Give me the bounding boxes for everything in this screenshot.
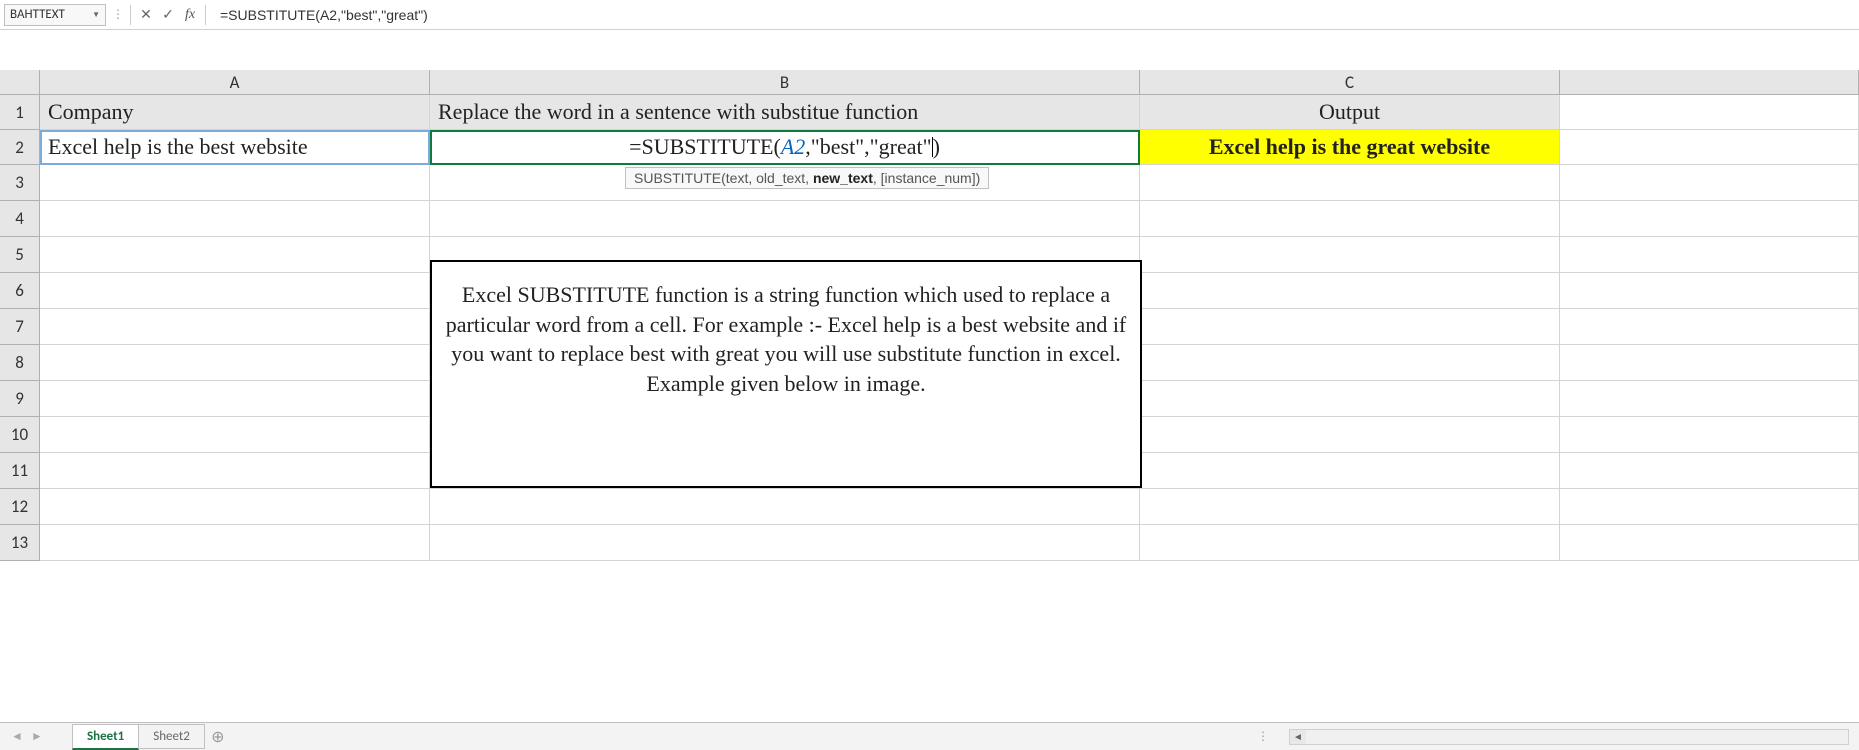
- cell[interactable]: [40, 201, 430, 237]
- cell[interactable]: [40, 309, 430, 345]
- cell[interactable]: [1140, 417, 1560, 453]
- more-icon: ⋮: [112, 7, 124, 22]
- row-header-8[interactable]: 8: [0, 345, 40, 381]
- cell[interactable]: [1560, 165, 1859, 201]
- horizontal-scrollbar[interactable]: ◄: [1289, 729, 1849, 745]
- cell[interactable]: [1560, 273, 1859, 309]
- row-header-2[interactable]: 2: [0, 130, 40, 165]
- row-header-1[interactable]: 1: [0, 95, 40, 130]
- cell[interactable]: [40, 525, 430, 561]
- cell[interactable]: [1560, 489, 1859, 525]
- formula-input[interactable]: [210, 4, 1855, 26]
- cell[interactable]: [1140, 165, 1560, 201]
- cell-c2[interactable]: Excel help is the great website: [1140, 130, 1560, 165]
- spacer: [0, 30, 1859, 70]
- chevron-down-icon[interactable]: ▼: [92, 10, 100, 20]
- cell-b1[interactable]: Replace the word in a sentence with subs…: [430, 95, 1140, 130]
- cell[interactable]: [40, 345, 430, 381]
- column-header-d[interactable]: [1560, 70, 1859, 95]
- row-header-3[interactable]: 3: [0, 165, 40, 201]
- cell[interactable]: [40, 417, 430, 453]
- table-row: 12: [0, 489, 1859, 525]
- cell-d1[interactable]: [1560, 95, 1859, 130]
- cell[interactable]: [1140, 345, 1560, 381]
- table-row: 4: [0, 201, 1859, 237]
- cell[interactable]: [1560, 525, 1859, 561]
- cell[interactable]: [1140, 273, 1560, 309]
- cell[interactable]: [430, 525, 1140, 561]
- row-header-5[interactable]: 5: [0, 237, 40, 273]
- spreadsheet-grid: A B C 1 Company Replace the word in a se…: [0, 70, 1859, 561]
- cell[interactable]: [1140, 381, 1560, 417]
- cell[interactable]: [40, 489, 430, 525]
- table-row: 13: [0, 525, 1859, 561]
- column-header-a[interactable]: A: [40, 70, 430, 95]
- scroll-left-button[interactable]: ◄: [1290, 730, 1306, 744]
- cell[interactable]: [430, 489, 1140, 525]
- cell-c1[interactable]: Output: [1140, 95, 1560, 130]
- table-row: 1 Company Replace the word in a sentence…: [0, 95, 1859, 130]
- enter-button[interactable]: ✓: [157, 4, 179, 26]
- cell[interactable]: [40, 381, 430, 417]
- close-icon: ✕: [140, 6, 152, 23]
- add-sheet-button[interactable]: ⊕: [206, 726, 230, 748]
- prev-sheet-button[interactable]: ◄: [8, 728, 26, 746]
- cancel-button[interactable]: ✕: [135, 4, 157, 26]
- name-box[interactable]: BAHTTEXT ▼: [4, 4, 106, 26]
- function-tooltip: SUBSTITUTE(text, old_text, new_text, [in…: [625, 167, 989, 189]
- next-sheet-button[interactable]: ►: [28, 728, 46, 746]
- drag-handle-icon[interactable]: ⋮: [1257, 729, 1269, 744]
- cell[interactable]: [1560, 309, 1859, 345]
- cell-b2-editing[interactable]: =SUBSTITUTE(A2,"best","great"): [430, 130, 1140, 165]
- row-header-13[interactable]: 13: [0, 525, 40, 561]
- cell[interactable]: [1560, 201, 1859, 237]
- cell[interactable]: [1560, 417, 1859, 453]
- cell[interactable]: [1140, 489, 1560, 525]
- cell[interactable]: [1560, 453, 1859, 489]
- cell[interactable]: [1140, 309, 1560, 345]
- formula-bar: BAHTTEXT ▼ ⋮ ✕ ✓ fx: [0, 0, 1859, 30]
- separator: [205, 5, 206, 25]
- cell[interactable]: [1560, 345, 1859, 381]
- cell[interactable]: [40, 273, 430, 309]
- row-header-7[interactable]: 7: [0, 309, 40, 345]
- select-all-corner[interactable]: [0, 70, 40, 95]
- cell-d2[interactable]: [1560, 130, 1859, 165]
- separator: [130, 5, 131, 25]
- cell[interactable]: [1140, 237, 1560, 273]
- cell[interactable]: [430, 201, 1140, 237]
- description-textbox[interactable]: Excel SUBSTITUTE function is a string fu…: [430, 260, 1142, 488]
- row-header-6[interactable]: 6: [0, 273, 40, 309]
- cell-a1[interactable]: Company: [40, 95, 430, 130]
- sheet-tabs-bar: ◄ ► Sheet1 Sheet2 ⊕ ⋮ ◄: [0, 722, 1859, 750]
- fx-icon: fx: [185, 7, 195, 23]
- cell[interactable]: [1140, 201, 1560, 237]
- cell[interactable]: [1140, 525, 1560, 561]
- cell[interactable]: [40, 165, 430, 201]
- insert-function-button[interactable]: fx: [179, 4, 201, 26]
- column-header-b[interactable]: B: [430, 70, 1140, 95]
- plus-icon: ⊕: [211, 727, 224, 747]
- cell-a2[interactable]: Excel help is the best website: [40, 130, 430, 165]
- sheet-tab-active[interactable]: Sheet1: [72, 724, 139, 750]
- cell[interactable]: [1140, 453, 1560, 489]
- column-header-c[interactable]: C: [1140, 70, 1560, 95]
- check-icon: ✓: [162, 6, 174, 23]
- cell[interactable]: [40, 453, 430, 489]
- name-box-value: BAHTTEXT: [10, 7, 65, 22]
- row-header-4[interactable]: 4: [0, 201, 40, 237]
- column-headers: A B C: [0, 70, 1859, 95]
- row-header-10[interactable]: 10: [0, 417, 40, 453]
- cell[interactable]: [1560, 237, 1859, 273]
- row-header-9[interactable]: 9: [0, 381, 40, 417]
- cell[interactable]: [40, 237, 430, 273]
- row-header-12[interactable]: 12: [0, 489, 40, 525]
- sheet-tab-inactive[interactable]: Sheet2: [138, 724, 205, 749]
- row-header-11[interactable]: 11: [0, 453, 40, 489]
- cell[interactable]: [1560, 381, 1859, 417]
- table-row: 2 Excel help is the best website =SUBSTI…: [0, 130, 1859, 165]
